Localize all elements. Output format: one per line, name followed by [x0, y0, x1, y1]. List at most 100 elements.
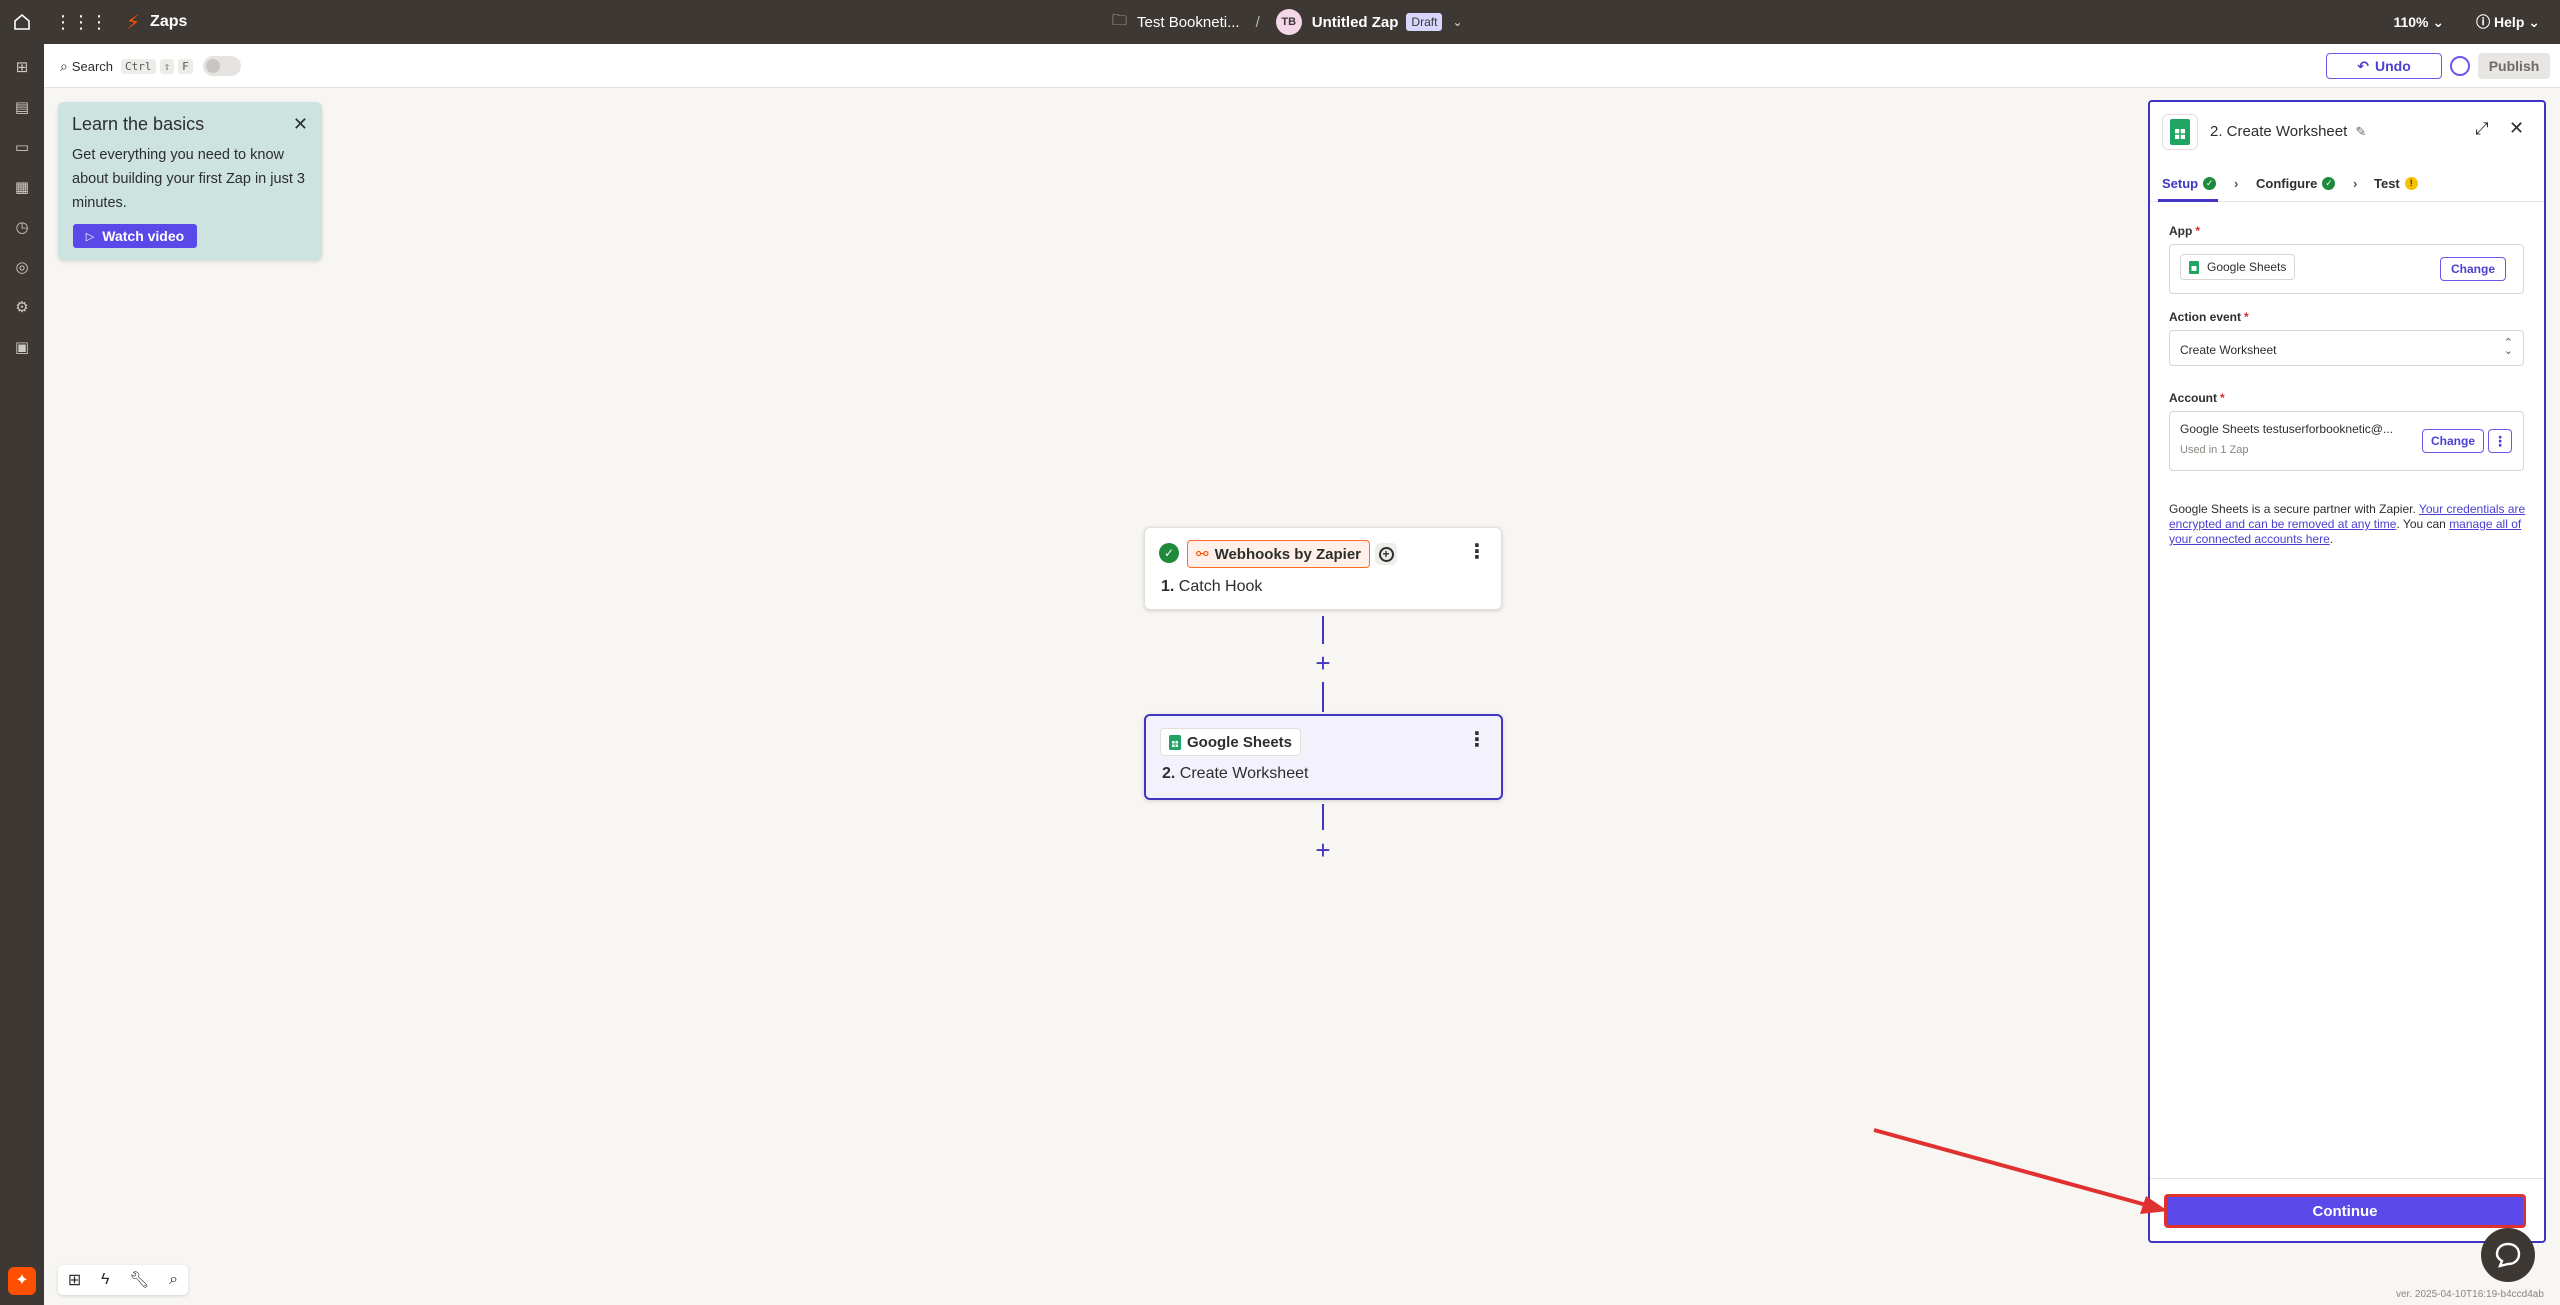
version-history-icon[interactable] [2450, 56, 2470, 76]
add-step-plus-icon[interactable]: + [1311, 650, 1335, 676]
shortcut-key: F [178, 58, 193, 74]
tab-setup[interactable]: Setup ✓ [2162, 176, 2217, 191]
shortcut-key: ⇧ [159, 58, 175, 74]
settings-icon[interactable]: ⚙ [12, 298, 32, 318]
learn-title: Learn the basics [72, 114, 205, 134]
continue-button[interactable]: Continue [2164, 1194, 2526, 1228]
event-value: Create Worksheet [2180, 343, 2277, 357]
check-icon: ✓ [1159, 543, 1179, 563]
apps-grid-icon[interactable]: ⋮⋮⋮ [54, 12, 108, 33]
avatar: TB [1275, 9, 1302, 35]
home-icon [14, 13, 30, 30]
app-pill-webhooks: ⚯ Webhooks by Zapier [1187, 540, 1370, 568]
publish-button[interactable]: Publish [2478, 53, 2550, 79]
more-options-icon[interactable]: ⋮ [1467, 542, 1487, 562]
change-app-button[interactable]: Change [2440, 257, 2506, 281]
chat-support-button[interactable] [2481, 1228, 2535, 1282]
add-step-plus-icon[interactable]: + [1311, 837, 1335, 863]
change-account-button[interactable]: Change [2422, 429, 2484, 453]
help-menu[interactable]: ⓘ Help ⌄ [2476, 12, 2540, 32]
canvas-tools: ⊞ ϟ 🔧︎ ⌕ [58, 1265, 188, 1295]
action-event-select[interactable]: Create Worksheet ⌃ ⌄ [2169, 330, 2524, 366]
step-number: 1. [1161, 578, 1175, 595]
close-icon[interactable]: ✕ [293, 114, 308, 135]
step-name: Catch Hook [1178, 578, 1263, 595]
panel-footer-divider [2150, 1178, 2544, 1179]
step-editor-panel: 2. Create Worksheet ✎ ⤢ ✕ Setup ✓ › Conf… [2148, 100, 2546, 1243]
breadcrumb-separator: / [1255, 13, 1260, 31]
account-usage: Used in 1 Zap [2180, 444, 2249, 456]
wrench-icon[interactable]: 🔧︎ [129, 1270, 149, 1290]
search-icon[interactable]: ⌕ [169, 1271, 178, 1289]
shortcut-key: Ctrl [121, 58, 156, 74]
chevron-right-icon: › [2234, 176, 2239, 191]
search-icon: ⌕ [60, 57, 68, 74]
editor-toggle[interactable] [202, 56, 241, 76]
check-icon: ✓ [2203, 177, 2217, 190]
account-field-label: Account * [2169, 391, 2225, 405]
search-button[interactable]: ⌕ Search Ctrl ⇧ F [60, 56, 241, 76]
panel-tabs: Setup ✓ › Configure ✓ › Test ! [2150, 168, 2544, 202]
step-card-1[interactable]: ✓ ⚯ Webhooks by Zapier + ⋮ 1. Catch Hook [1144, 527, 1502, 610]
history-icon[interactable]: ◷ [12, 218, 32, 238]
zap-name[interactable]: Untitled Zap [1312, 14, 1399, 31]
archive-icon[interactable]: ▣ [12, 338, 32, 358]
folder-icon: 🗀 [1112, 11, 1128, 29]
app-name[interactable]: Zaps [150, 13, 187, 31]
chevron-down-icon: ⌄ [2432, 13, 2445, 30]
check-icon: ✓ [2322, 177, 2336, 190]
layout-icon[interactable]: ⊞ [68, 1270, 81, 1290]
zoom-level: 110% [2393, 13, 2429, 30]
top-bar: ⋮⋮⋮ ⚡ Zaps 🗀 Test Bookneti... / TB Untit… [0, 0, 2560, 44]
zoom-dropdown[interactable]: 110% ⌄ [2393, 14, 2444, 31]
bolt-icon[interactable]: ϟ [101, 1271, 109, 1289]
warning-icon: ! [2404, 177, 2418, 190]
app-chip: Google Sheets [2180, 254, 2296, 280]
connector-line [1322, 616, 1324, 644]
templates-icon[interactable]: ⊞ [12, 58, 32, 78]
app-value: Google Sheets [2207, 260, 2287, 274]
step-title: 2. Create Worksheet [1162, 765, 1308, 783]
chevron-down-icon[interactable]: ⌄ [1452, 15, 1462, 29]
expand-icon[interactable]: ⤢ [2475, 119, 2489, 139]
app-field: Google Sheets Change [2169, 244, 2524, 294]
app-field-label: App * [2169, 224, 2200, 238]
tab-label: Test [2374, 176, 2400, 191]
panel-title[interactable]: 2. Create Worksheet ✎ [2210, 123, 2366, 140]
add-step-button[interactable]: + [1375, 543, 1397, 565]
home-button[interactable] [0, 0, 44, 44]
pencil-icon[interactable]: ✎ [2355, 124, 2366, 139]
comment-icon[interactable]: ▭ [12, 138, 32, 158]
document-icon[interactable]: ▤ [12, 98, 32, 118]
topbar-right: 110% ⌄ ⓘ Help ⌄ [2393, 0, 2560, 44]
app-pill-google-sheets: Google Sheets [1160, 728, 1302, 756]
event-field-label: Action event * [2169, 310, 2249, 324]
undo-button[interactable]: ↶ Undo [2326, 53, 2442, 79]
account-field: Google Sheets testuserforbooknetic@... U… [2169, 411, 2524, 471]
ai-assistant-icon[interactable]: ✦ [8, 1267, 36, 1295]
status-badge: Draft [1406, 13, 1443, 31]
more-options-icon[interactable]: ⋮ [2488, 429, 2512, 453]
undo-icon: ↶ [2357, 57, 2369, 74]
tab-label: Configure [2256, 176, 2318, 191]
chevron-down-icon: ⌄ [2528, 14, 2540, 30]
folder-name[interactable]: Test Bookneti... [1137, 14, 1240, 31]
google-sheets-logo [2162, 114, 2198, 150]
panel-title-text: 2. Create Worksheet [2210, 123, 2348, 140]
watch-video-label: Watch video [102, 228, 185, 244]
tab-configure[interactable]: Configure ✓ [2256, 176, 2336, 191]
close-icon[interactable]: ✕ [2509, 118, 2524, 139]
google-sheets-icon [1169, 734, 1181, 750]
watch-video-button[interactable]: ▷ Watch video [73, 224, 197, 248]
step-number: 2. [1162, 765, 1176, 782]
calendar-icon[interactable]: ▦ [12, 178, 32, 198]
tab-test[interactable]: Test ! [2374, 176, 2418, 191]
more-options-icon[interactable]: ⋮ [1467, 730, 1487, 750]
zap-breadcrumb: 🗀 Test Bookneti... / TB Untitled Zap Dra… [1112, 0, 1463, 44]
account-value: Google Sheets testuserforbooknetic@... [2180, 422, 2393, 436]
help-label: Help [2494, 14, 2525, 30]
select-arrows-icon: ⌃ ⌄ [2503, 337, 2513, 357]
activity-icon[interactable]: ◎ [12, 258, 32, 278]
step-card-2[interactable]: Google Sheets ⋮ 2. Create Worksheet [1144, 714, 1503, 800]
app-name: Google Sheets [1187, 733, 1293, 751]
